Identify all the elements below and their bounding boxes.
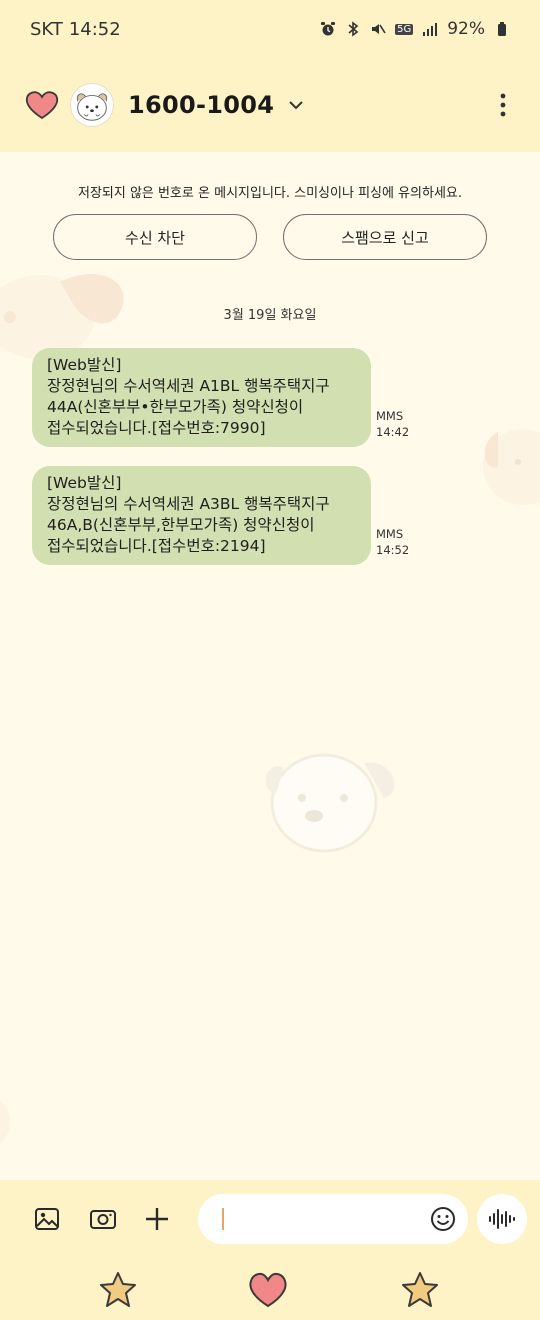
alarm-icon (321, 22, 336, 36)
emoji-icon[interactable] (430, 1206, 456, 1232)
message-meta: MMS 14:42 (376, 408, 409, 440)
puppy-avatar-icon (76, 93, 108, 121)
clock: 14:52 (68, 18, 121, 40)
mute-icon (372, 24, 386, 34)
message-type: MMS (376, 409, 404, 423)
message-line: 접수되었습니다.[접수번호:2194] (47, 537, 266, 555)
date-divider: 3월 19일 화요일 (223, 308, 317, 323)
message-meta: MMS 14:52 (376, 526, 409, 558)
unknown-sender-warning: 저장되지 않은 번호로 온 메시지입니다. 스미싱이나 피싱에 유의하세요. (77, 186, 463, 201)
chevron-down-icon[interactable] (286, 95, 306, 115)
message-thread[interactable]: 저장되지 않은 번호로 온 메시지입니다. 스미싱이나 피싱에 유의하세요. 수… (0, 152, 540, 1180)
message-line: [Web발신] (47, 356, 122, 374)
report-spam-button[interactable]: 스팸으로 신고 (283, 214, 487, 260)
message-input-container[interactable] (198, 1194, 468, 1244)
message-time: 14:42 (376, 425, 410, 439)
battery-percent: 92% (447, 19, 485, 39)
camera-icon[interactable] (86, 1202, 120, 1236)
status-bar: SKT 14:52 5G 92% (0, 0, 540, 58)
bluetooth-icon (348, 21, 359, 37)
message-line: 접수되었습니다.[접수번호:7990] (47, 419, 266, 437)
network-badge: 5G (395, 23, 414, 35)
star-sticker-icon (100, 1272, 136, 1307)
message-bubble[interactable]: [Web발신] 장정현님의 수서역세권 A3BL 행복주택지구 46A,B(신혼… (32, 466, 371, 565)
message-line: 44A(신혼부부•한부모가족) 청약신청이 (47, 398, 304, 416)
dog-wallpaper-icon (265, 753, 395, 853)
block-number-button[interactable]: 수신 차단 (53, 214, 257, 260)
message-line: 46A,B(신혼부부,한부모가족) 청약신청이 (47, 516, 315, 534)
battery-icon (498, 22, 506, 36)
waveform-icon (489, 1209, 515, 1229)
star-sticker-icon (402, 1272, 438, 1307)
contact-number-title[interactable]: 1600-1004 (128, 91, 274, 119)
signal-icon (423, 23, 438, 36)
gallery-icon[interactable] (30, 1202, 64, 1236)
dog-wallpaper-icon (0, 1100, 10, 1144)
favorite-heart-icon[interactable] (22, 85, 62, 125)
message-line: [Web발신] (47, 474, 122, 492)
carrier-label: SKT (30, 18, 63, 40)
composer-bar (0, 1180, 540, 1320)
add-attachment-icon[interactable] (140, 1202, 174, 1236)
conversation-header: 1600-1004 (0, 58, 540, 152)
avatar[interactable] (70, 83, 114, 127)
message-type: MMS (376, 527, 404, 541)
message-bubble[interactable]: [Web발신] 장정현님의 수서역세권 A1BL 행복주택지구 44A(신혼부부… (32, 348, 371, 447)
dog-wallpaper-icon (483, 429, 540, 505)
heart-sticker-icon (249, 1272, 287, 1308)
message-line: 장정현님의 수서역세권 A3BL 행복주택지구 (47, 495, 330, 513)
message-line: 장정현님의 수서역세권 A1BL 행복주택지구 (47, 377, 330, 395)
text-cursor (222, 1208, 224, 1230)
message-time: 14:52 (376, 543, 410, 557)
voice-input-button[interactable] (477, 1194, 527, 1244)
more-options-icon[interactable] (488, 85, 518, 125)
message-input[interactable] (226, 1204, 416, 1234)
